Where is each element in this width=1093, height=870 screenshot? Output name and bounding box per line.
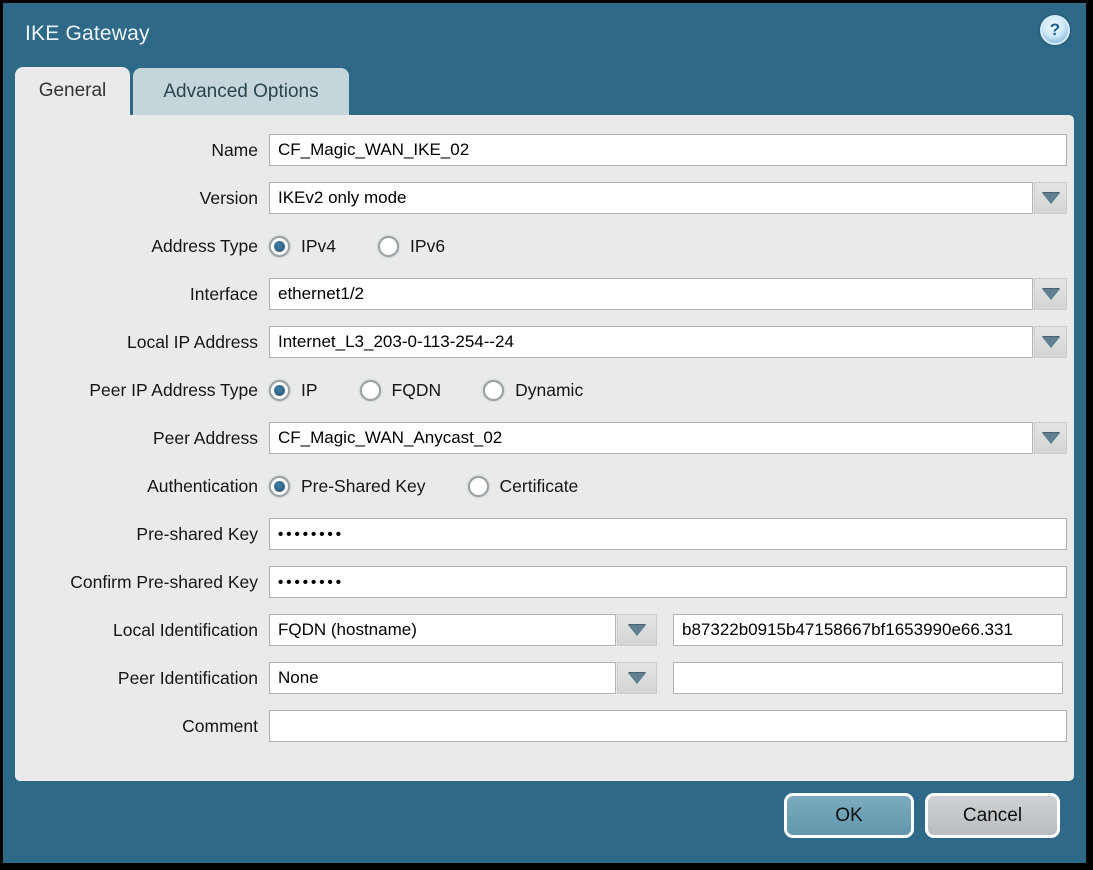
name-label: Name (15, 140, 269, 161)
help-icon[interactable]: ? (1040, 15, 1070, 45)
peer-ip-type-fqdn-label: FQDN (392, 380, 442, 401)
address-type-ipv4-radio[interactable] (269, 236, 290, 257)
name-input[interactable] (269, 134, 1067, 166)
confirm-pre-shared-key-label: Confirm Pre-shared Key (15, 572, 269, 593)
version-input[interactable] (269, 182, 1033, 214)
pre-shared-key-input[interactable] (269, 518, 1067, 550)
tab-general[interactable]: General (15, 67, 130, 115)
tab-bar: General Advanced Options (15, 65, 1086, 115)
peer-identification-dropdown-button[interactable] (617, 662, 657, 694)
local-identification-value-input[interactable] (673, 614, 1063, 646)
local-identification-row: Local Identification FQDN (hostname) (15, 614, 1074, 646)
chevron-down-icon (1042, 289, 1060, 300)
chevron-down-icon (628, 673, 646, 684)
address-type-label: Address Type (15, 236, 269, 257)
chevron-down-icon (1042, 193, 1060, 204)
local-identification-type-value[interactable]: FQDN (hostname) (269, 614, 616, 646)
peer-identification-label: Peer Identification (15, 668, 269, 689)
local-ip-address-dropdown-button[interactable] (1034, 326, 1067, 358)
peer-address-dropdown-button[interactable] (1034, 422, 1067, 454)
comment-input[interactable] (269, 710, 1067, 742)
comment-label: Comment (15, 716, 269, 737)
auth-pre-shared-key-label: Pre-Shared Key (301, 476, 426, 497)
peer-identification-value-input[interactable] (673, 662, 1063, 694)
comment-row: Comment (15, 710, 1074, 742)
auth-pre-shared-key-radio[interactable] (269, 476, 290, 497)
ok-button[interactable]: OK (784, 793, 914, 838)
interface-row: Interface (15, 278, 1074, 310)
version-row: Version (15, 182, 1074, 214)
local-identification-dropdown-button[interactable] (617, 614, 657, 646)
local-ip-address-row: Local IP Address (15, 326, 1074, 358)
peer-ip-type-dynamic-label: Dynamic (515, 380, 583, 401)
pre-shared-key-row: Pre-shared Key (15, 518, 1074, 550)
peer-ip-address-type-row: Peer IP Address Type IP FQDN Dynamic (15, 374, 1074, 406)
tab-advanced-options[interactable]: Advanced Options (133, 68, 349, 115)
peer-ip-address-type-label: Peer IP Address Type (15, 380, 269, 401)
chevron-down-icon (1042, 337, 1060, 348)
chevron-down-icon (628, 625, 646, 636)
pre-shared-key-label: Pre-shared Key (15, 524, 269, 545)
auth-certificate-radio[interactable] (468, 476, 489, 497)
dialog-title: IKE Gateway (25, 22, 150, 46)
confirm-pre-shared-key-row: Confirm Pre-shared Key (15, 566, 1074, 598)
authentication-label: Authentication (15, 476, 269, 497)
peer-identification-type-value[interactable]: None (269, 662, 616, 694)
local-identification-label: Local Identification (15, 620, 269, 641)
peer-address-row: Peer Address (15, 422, 1074, 454)
peer-ip-type-dynamic-radio[interactable] (483, 380, 504, 401)
peer-ip-type-fqdn-radio[interactable] (360, 380, 381, 401)
peer-ip-type-ip-radio[interactable] (269, 380, 290, 401)
authentication-row: Authentication Pre-Shared Key Certificat… (15, 470, 1074, 502)
cancel-button[interactable]: Cancel (925, 793, 1060, 838)
address-type-ipv4-label: IPv4 (301, 236, 336, 257)
interface-label: Interface (15, 284, 269, 305)
local-identification-type-combo: FQDN (hostname) (269, 614, 657, 646)
version-label: Version (15, 188, 269, 209)
address-type-ipv6-label: IPv6 (410, 236, 445, 257)
name-row: Name (15, 134, 1074, 166)
address-type-ipv6-radio[interactable] (378, 236, 399, 257)
peer-identification-row: Peer Identification None (15, 662, 1074, 694)
dialog-titlebar: IKE Gateway ? (3, 3, 1086, 65)
address-type-row: Address Type IPv4 IPv6 (15, 230, 1074, 262)
peer-address-input[interactable] (269, 422, 1033, 454)
version-dropdown-button[interactable] (1034, 182, 1067, 214)
auth-certificate-label: Certificate (500, 476, 579, 497)
peer-ip-type-ip-label: IP (301, 380, 318, 401)
peer-identification-type-combo: None (269, 662, 657, 694)
peer-address-label: Peer Address (15, 428, 269, 449)
chevron-down-icon (1042, 433, 1060, 444)
interface-input[interactable] (269, 278, 1033, 310)
confirm-pre-shared-key-input[interactable] (269, 566, 1067, 598)
interface-dropdown-button[interactable] (1034, 278, 1067, 310)
local-ip-address-input[interactable] (269, 326, 1033, 358)
local-ip-address-label: Local IP Address (15, 332, 269, 353)
dialog-footer: OK Cancel (3, 781, 1086, 869)
general-tab-panel: Name Version Address Type IPv4 IPv6 Inte… (15, 115, 1074, 781)
ike-gateway-dialog: IKE Gateway ? General Advanced Options N… (3, 3, 1086, 863)
